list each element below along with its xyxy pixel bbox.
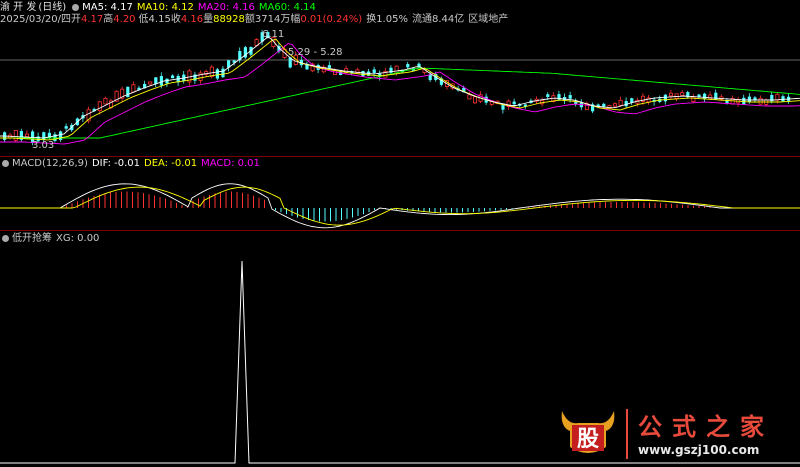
- candlestick: [546, 94, 550, 97]
- candlestick: [24, 133, 29, 137]
- candlestick: [781, 96, 785, 102]
- macd-dea: DEA: -0.01: [144, 158, 198, 169]
- candlestick: [613, 103, 618, 107]
- settings-circle-icon[interactable]: [2, 234, 9, 242]
- settings-circle-icon[interactable]: [72, 3, 80, 11]
- price-chart[interactable]: 6.11 5.29 - 5.28 3.03: [0, 26, 800, 156]
- candlestick: [758, 97, 763, 105]
- candlestick: [703, 93, 707, 99]
- candlestick: [501, 104, 505, 110]
- ma10-value: MA10: 4.12: [136, 2, 194, 13]
- low-label: 低: [138, 14, 149, 25]
- watermark: 股 公式之家 www.gszj100.com: [558, 403, 794, 463]
- watermark-url: www.gszj100.com: [638, 443, 760, 457]
- candlestick: [512, 101, 516, 105]
- candlestick: [221, 68, 225, 78]
- candlestick: [361, 71, 365, 77]
- macd-chart[interactable]: [0, 170, 800, 230]
- watermark-divider: [626, 409, 628, 459]
- candlestick: [97, 101, 102, 112]
- candlestick: [148, 81, 153, 85]
- watermark-title: 公式之家: [638, 412, 774, 441]
- low-mark-label: 3.03: [32, 140, 54, 151]
- amount-value: 3714万: [254, 14, 291, 25]
- macd-title[interactable]: MACD(12,26,9): [12, 158, 88, 169]
- candlestick: [669, 92, 674, 97]
- quote-info: 2025/03/20/四开4.17高4.20 低4.15收4.16量88928额3…: [0, 13, 512, 26]
- candlestick: [42, 132, 46, 140]
- change-label: 幅: [290, 14, 301, 25]
- sector-label[interactable]: 区域地产: [468, 14, 508, 25]
- bull-logo-icon: 股: [561, 411, 615, 453]
- open-label: 开: [71, 14, 82, 25]
- candlestick: [602, 103, 606, 107]
- candlestick: [64, 126, 68, 129]
- open-value: 4.17: [81, 14, 104, 25]
- indicator-header: 低开抢筹 XG: 0.00: [0, 232, 103, 245]
- high-mark-label: 6.11: [262, 29, 284, 40]
- volume-value: 88928: [213, 14, 245, 25]
- range-mark-label: 5.29 - 5.28: [288, 47, 343, 58]
- candlestick: [618, 99, 623, 106]
- low-value: 4.15: [148, 14, 171, 25]
- candlestick: [394, 65, 399, 74]
- logo-char: 股: [577, 426, 599, 452]
- close-value: 4.16: [180, 14, 204, 25]
- candlestick: [13, 130, 18, 141]
- quote-date: 2025/03/20/四: [0, 14, 72, 25]
- macd-header: MACD(12,26,9) DIF: -0.01 DEA: -0.01 MACD: 0…: [0, 157, 264, 170]
- candlestick: [467, 94, 472, 100]
- candlestick: [59, 131, 63, 141]
- close-label: 收: [170, 14, 181, 25]
- macd-value: MACD: 0.01: [201, 158, 260, 169]
- float-label: 流通: [411, 14, 432, 25]
- macd-dif: DIF: -0.01: [91, 158, 140, 169]
- ma60-value: MA60: 4.14: [258, 2, 316, 13]
- candlestick: [171, 75, 175, 79]
- candlestick: [126, 86, 130, 98]
- indicator-title[interactable]: 低开抢筹: [12, 233, 52, 244]
- candlestick: [372, 69, 376, 73]
- turnover-label: 换: [366, 14, 377, 25]
- candlestick: [747, 96, 751, 102]
- high-value: 4.20: [113, 14, 136, 25]
- float-value: 8.44亿: [431, 14, 465, 25]
- settings-circle-icon[interactable]: [2, 159, 9, 167]
- candlestick: [215, 69, 219, 79]
- candlestick: [680, 92, 685, 96]
- turnover-value: 1.05%: [376, 14, 408, 25]
- stock-name[interactable]: 渝 开 发: [0, 2, 36, 13]
- high-label: 高: [103, 14, 114, 25]
- candlestick: [159, 76, 163, 86]
- indicator-xg: XG: 0.00: [56, 233, 100, 244]
- change-value: 0.01(0.24%): [300, 14, 363, 25]
- candlestick: [131, 84, 136, 93]
- candlestick: [663, 94, 667, 102]
- candlestick: [708, 94, 713, 100]
- candlestick: [103, 97, 108, 105]
- candlestick: [406, 64, 410, 68]
- candlestick: [327, 65, 331, 68]
- candlestick: [428, 74, 432, 81]
- amount-label: 额: [244, 14, 255, 25]
- period-label[interactable]: (日线): [38, 2, 66, 13]
- candlestick: [691, 96, 696, 102]
- candlestick: [472, 96, 477, 104]
- candlestick: [568, 95, 572, 99]
- volume-label: 量: [203, 14, 214, 25]
- ma5-value: MA5: 4.17: [82, 2, 133, 13]
- panel-separator: [0, 230, 800, 231]
- ma20-value: MA20: 4.16: [197, 2, 255, 13]
